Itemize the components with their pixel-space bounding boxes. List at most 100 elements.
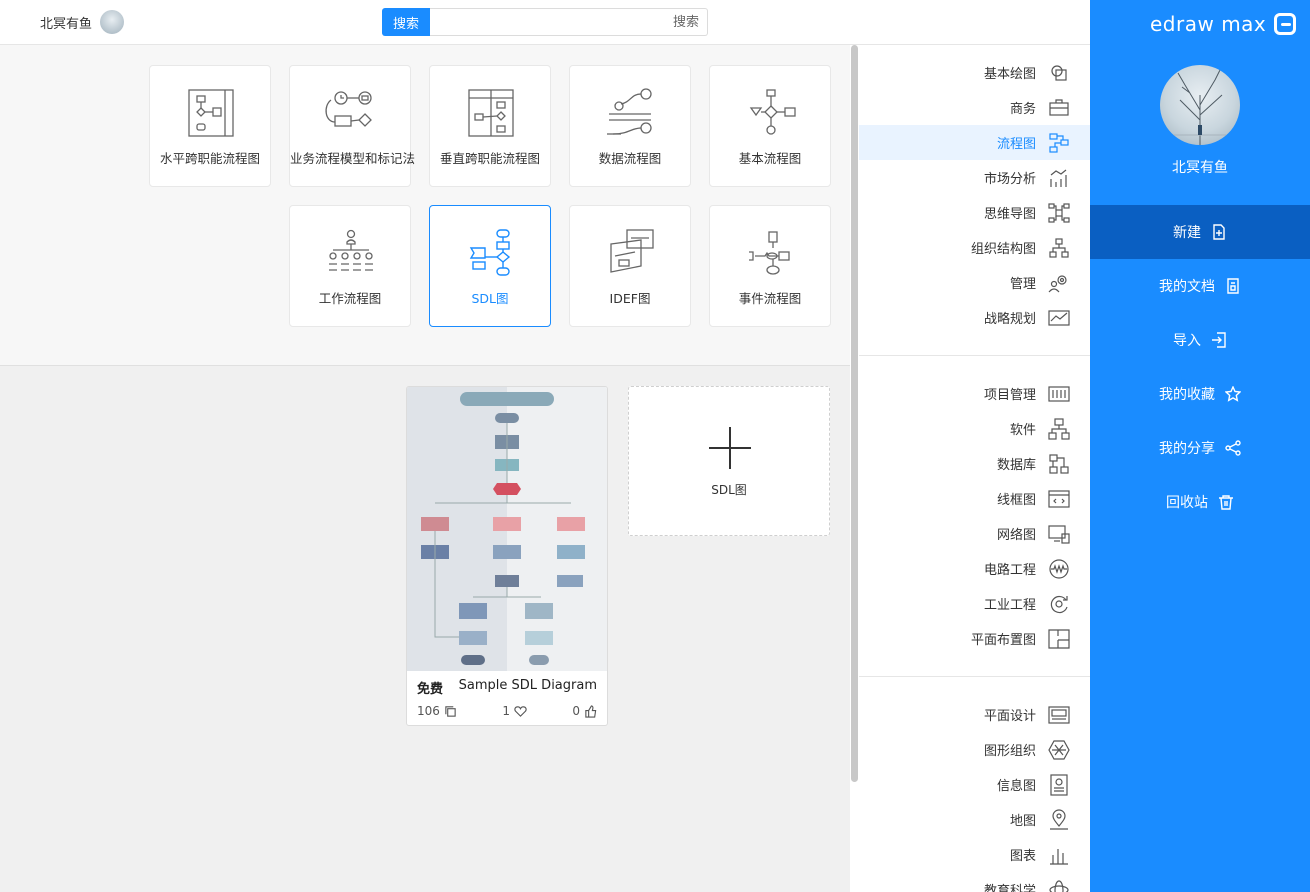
category-label: 数据库 [996, 458, 1036, 473]
category-map[interactable]: 地图 [859, 802, 1090, 837]
template-horizontal-swimlane[interactable]: 水平跨职能流程图 [149, 65, 271, 187]
category-basic-drawing[interactable]: 基本绘图 [859, 55, 1090, 90]
top-user-name: 北冥有鱼 [40, 16, 93, 32]
template-vertical-swimlane[interactable]: 垂直跨职能流程图 [429, 65, 551, 187]
sidebar-item-my-documents[interactable]: 我的文档 [1090, 259, 1310, 313]
data-flow-icon [607, 88, 652, 135]
category-label: 电路工程 [983, 563, 1036, 578]
infographic-icon [1050, 773, 1068, 796]
copy-stat[interactable]: 106 [417, 704, 457, 718]
thumbs-up-icon [585, 704, 597, 718]
horizontal-swimlane-icon [188, 89, 234, 137]
category-label: 流程图 [996, 137, 1036, 152]
template-workflow[interactable]: 工作流程图 [289, 205, 411, 327]
share-icon [1225, 440, 1241, 456]
category-management[interactable]: 管理 [859, 265, 1090, 300]
template-bpmn[interactable]: 业务流程模型和标记法 [289, 65, 415, 187]
category-education-science[interactable]: 教育科学 [859, 872, 1090, 892]
new-blank-diagram-card[interactable]: SDL图 [628, 386, 830, 536]
category-chart[interactable]: 图表 [859, 837, 1090, 872]
category-label: 思维导图 [983, 207, 1036, 222]
vertical-swimlane-icon [468, 89, 514, 137]
template-sdl[interactable]: SDL图 [429, 205, 551, 327]
sidebar-item-trash[interactable]: 回收站 [1090, 475, 1310, 529]
bar-chart-icon [1050, 169, 1067, 187]
main-sidebar: edraw max 北冥有鱼 新建 我的文档 导入 我的收藏 我的分享 回收站 [1090, 0, 1310, 892]
category-network[interactable]: 网络图 [859, 516, 1090, 551]
sidebar-item-shares[interactable]: 我的分享 [1090, 421, 1310, 475]
favorite-stat[interactable]: 1 [502, 704, 527, 718]
category-label: 市场分析 [983, 172, 1036, 187]
category-label: 管理 [1009, 277, 1036, 292]
favorite-count: 1 [502, 704, 510, 718]
category-database[interactable]: 数据库 [859, 446, 1090, 481]
category-label: 地图 [1009, 814, 1036, 829]
network-icon [1048, 524, 1070, 544]
category-mind-map[interactable]: 思维导图 [859, 195, 1090, 230]
sidebar-item-label: 新建 [1173, 225, 1201, 241]
category-industrial[interactable]: 工业工程 [859, 586, 1090, 621]
search-bar: 搜索 [382, 8, 708, 36]
bpmn-icon [325, 91, 372, 127]
category-software[interactable]: 软件 [859, 411, 1090, 446]
category-label: 工业工程 [983, 598, 1036, 613]
industrial-icon [1050, 595, 1068, 613]
mindmap-icon [1048, 202, 1070, 223]
template-label: 数据流程图 [598, 151, 662, 166]
sidebar-item-new[interactable]: 新建 [1090, 205, 1310, 259]
template-label: 水平跨职能流程图 [159, 151, 260, 166]
wireframe-icon [1048, 489, 1070, 508]
file-card[interactable]: Sample SDL Diagram 免费 106 1 0 [406, 386, 608, 726]
sidebar-item-favorites[interactable]: 我的收藏 [1090, 367, 1310, 421]
floorplan-icon [1048, 628, 1070, 649]
plus-icon-vertical [729, 427, 731, 469]
template-basic-flowchart[interactable]: 基本流程图 [709, 65, 831, 187]
template-event-flow[interactable]: 事件流程图 [709, 205, 831, 327]
template-gallery: 基本流程图 数据流程图 垂直跨职能流程图 业务流程模型和标记法 水平跨职能流程图… [0, 45, 850, 366]
idef-icon [610, 229, 654, 273]
category-floor-plan[interactable]: 平面布置图 [859, 621, 1090, 656]
category-org-chart[interactable]: 组织结构图 [859, 230, 1090, 265]
circuit-icon [1049, 558, 1069, 579]
category-market-analysis[interactable]: 市场分析 [859, 160, 1090, 195]
sdl-icon [469, 229, 511, 276]
template-label: SDL图 [471, 291, 509, 306]
sidebar-item-label: 回收站 [1166, 495, 1208, 511]
file-stats: 106 1 0 [417, 703, 597, 719]
scrollbar[interactable] [850, 45, 859, 892]
user-avatar[interactable] [1160, 65, 1240, 145]
sidebar-item-import[interactable]: 导入 [1090, 313, 1310, 367]
category-panel: 基本绘图 商务 流程图 市场分析 思维导图 组织结构图 管理 战略规划 项目管理… [859, 45, 1090, 892]
star-icon [1225, 386, 1241, 402]
category-project-management[interactable]: 项目管理 [859, 376, 1090, 411]
like-stat[interactable]: 0 [572, 704, 597, 718]
workflow-icon [329, 229, 373, 271]
category-label: 图表 [1009, 849, 1036, 864]
software-icon [1048, 417, 1070, 440]
logo-text: edraw max [1150, 12, 1267, 36]
category-strategy[interactable]: 战略规划 [859, 300, 1090, 335]
search-input[interactable] [430, 8, 708, 36]
strategy-icon [1048, 309, 1070, 326]
category-circuit[interactable]: 电路工程 [859, 551, 1090, 586]
user-name: 北冥有鱼 [1172, 160, 1228, 176]
briefcase-icon [1049, 98, 1069, 116]
avatar[interactable] [100, 10, 125, 34]
template-label: 基本流程图 [738, 151, 802, 166]
search-button[interactable]: 搜索 [382, 8, 430, 36]
new-file-icon [1213, 224, 1225, 240]
database-icon [1049, 453, 1069, 474]
app-logo[interactable]: edraw max [1150, 12, 1297, 36]
new-card-label: SDL图 [711, 483, 747, 497]
file-title: Sample SDL Diagram [458, 678, 597, 693]
template-data-flow[interactable]: 数据流程图 [569, 65, 691, 187]
template-idef[interactable]: IDEF图 [569, 205, 691, 327]
scrollbar-thumb[interactable] [851, 45, 858, 782]
category-wireframe[interactable]: 线框图 [859, 481, 1090, 516]
category-graphic-organizer[interactable]: 图形组织 [859, 732, 1090, 767]
category-flowchart[interactable]: 流程图 [859, 125, 1090, 160]
category-infographic[interactable]: 信息图 [859, 767, 1090, 802]
top-user[interactable]: 北冥有鱼 [40, 10, 125, 34]
category-business[interactable]: 商务 [859, 90, 1090, 125]
category-graphic-design[interactable]: 平面设计 [859, 697, 1090, 732]
